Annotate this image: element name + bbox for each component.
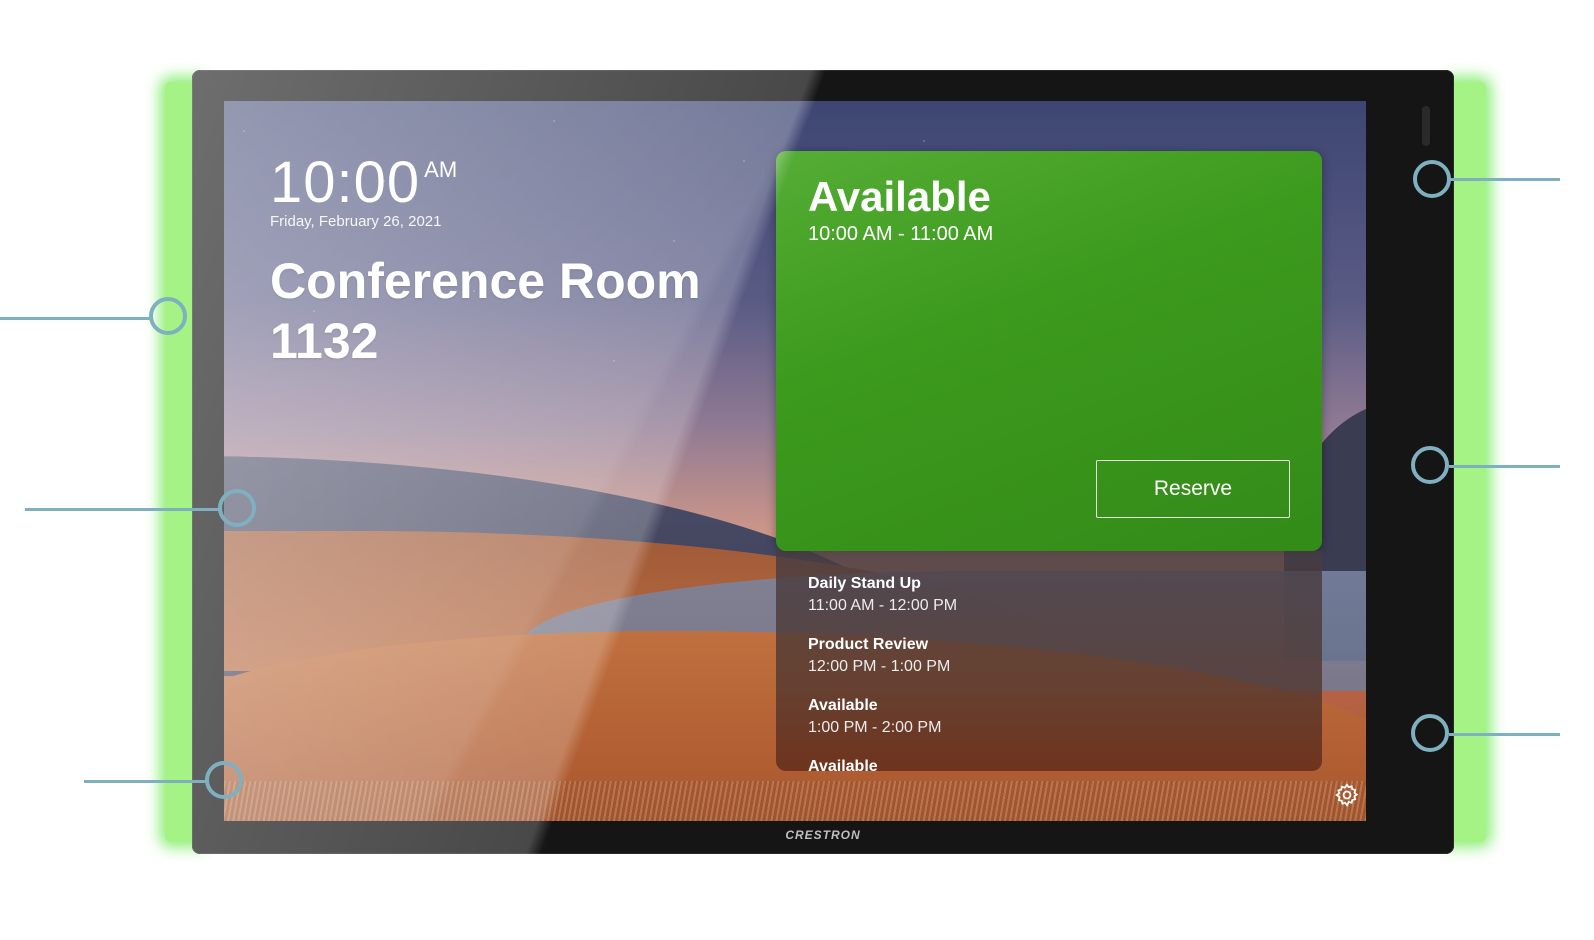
status-title: Available	[808, 173, 991, 220]
callout-line-right-3	[1449, 733, 1560, 736]
status-time-range: 10:00 AM - 11:00 AM	[808, 223, 994, 245]
list-item[interactable]: Product Review 12:00 PM - 1:00 PM	[808, 636, 950, 676]
callout-line-left-2	[25, 508, 221, 511]
brand-logo: CRESTRON	[785, 828, 861, 842]
callout-line-right-1	[1450, 178, 1560, 181]
clock-date: Friday, February 26, 2021	[270, 213, 442, 230]
list-item[interactable]: Daily Stand Up 11:00 AM - 12:00 PM	[808, 575, 957, 615]
schedule-item-time: 1:00 PM - 2:00 PM	[808, 719, 942, 736]
proximity-sensor	[1422, 106, 1430, 146]
callout-line-left-3	[84, 780, 208, 783]
schedule-list[interactable]: Daily Stand Up 11:00 AM - 12:00 PM Produ…	[776, 551, 1322, 771]
device-bezel: 10:00 AM Friday, February 26, 2021 Confer…	[192, 70, 1454, 854]
status-card: Available 10:00 AM - 11:00 AM Reserve	[776, 151, 1322, 551]
room-name: Conference Room 1132	[270, 253, 701, 369]
clock: 10:00 AM Friday, February 26, 2021	[270, 150, 458, 231]
gear-icon[interactable]	[1334, 782, 1360, 808]
callout-marker-right-1	[1413, 160, 1451, 198]
callout-marker-left-1	[149, 297, 187, 335]
clock-ampm: AM	[424, 157, 458, 182]
clock-time: 10:00	[270, 150, 421, 215]
list-item[interactable]: Available	[808, 758, 878, 771]
schedule-item-name: Available	[808, 758, 878, 771]
touch-screen: 10:00 AM Friday, February 26, 2021 Confer…	[224, 101, 1366, 821]
callout-marker-left-2	[218, 489, 256, 527]
schedule-item-name: Available	[808, 697, 878, 714]
schedule-item-time: 12:00 PM - 1:00 PM	[808, 658, 951, 675]
callout-marker-left-3	[205, 761, 243, 799]
list-item[interactable]: Available 1:00 PM - 2:00 PM	[808, 697, 941, 737]
callout-line-right-2	[1449, 465, 1560, 468]
background-grass	[224, 781, 1366, 821]
schedule-item-name: Product Review	[808, 636, 929, 653]
reserve-button[interactable]: Reserve	[1096, 460, 1290, 518]
callout-marker-right-2	[1411, 446, 1449, 484]
callout-marker-right-3	[1411, 714, 1449, 752]
callout-line-left-1	[0, 317, 152, 320]
schedule-item-time: 11:00 AM - 12:00 PM	[808, 597, 958, 614]
schedule-item-name: Daily Stand Up	[808, 575, 921, 592]
